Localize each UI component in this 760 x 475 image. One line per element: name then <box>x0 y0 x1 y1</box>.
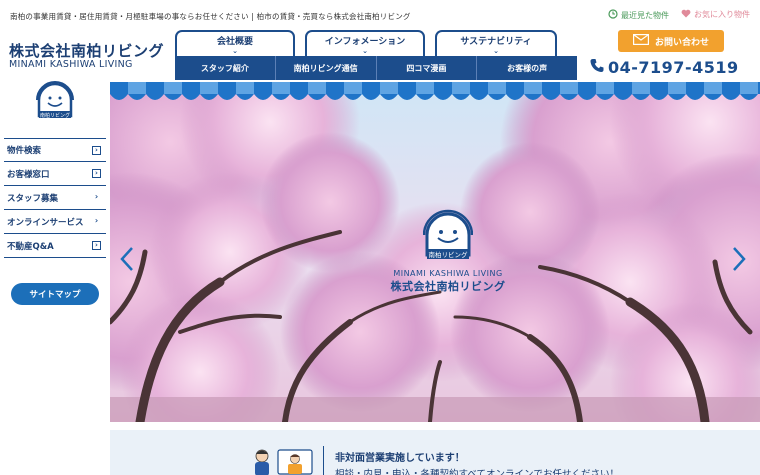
sidebar-item-label: スタッフ募集 <box>7 193 59 204</box>
favorite-properties-link[interactable]: お気に入り物件 <box>681 9 750 20</box>
phone-number[interactable]: 04-7197-4519 <box>590 58 739 77</box>
hero-logo-english: MINAMI KASHIWA LIVING <box>393 269 503 278</box>
chevron-down-icon: ⌄ <box>362 47 368 55</box>
nav-tab-label: サステナビリティ <box>460 37 532 47</box>
nav-tab-information[interactable]: インフォメーション ⌄ <box>305 30 425 56</box>
hero-logo-badge-text: 南柏リビング <box>429 250 469 259</box>
sidebar-item-recruitment[interactable]: スタッフ募集 › <box>4 186 106 210</box>
chevron-right-icon <box>733 247 746 271</box>
clock-icon <box>608 9 618 21</box>
company-logo-subtitle: MINAMI KASHIWA LIVING <box>9 59 133 70</box>
recent-properties-label: 最近見た物件 <box>621 10 669 20</box>
mail-icon <box>632 34 649 48</box>
banner-title: 非対面営業実施しています！ <box>335 453 465 464</box>
heart-icon <box>681 9 691 20</box>
chevron-right-icon: › <box>92 145 101 155</box>
sidebar-item-property-search[interactable]: 物件検索 › <box>4 138 106 162</box>
nav-link-newsletter[interactable]: 南柏リビング通信 <box>276 56 377 80</box>
chevron-right-icon: › <box>92 169 101 178</box>
company-logo-title[interactable]: 株式会社南柏リビング <box>9 40 164 61</box>
sidebar-item-faq[interactable]: 不動産Q&A › <box>4 234 106 258</box>
sitemap-button[interactable]: サイトマップ <box>11 283 99 305</box>
sub-navigation-bar: スタッフ紹介 南柏リビング通信 四コマ漫画 お客様の声 <box>175 56 577 80</box>
chevron-down-icon: ⌄ <box>493 47 499 55</box>
sidebar-logo-text: 南柏リビング <box>40 112 70 119</box>
header-tagline: 南柏の事業用賃貸・居住用賃貸・月極駐車場の事ならお任せください | 柏市の賃貸・… <box>10 12 411 21</box>
chevron-right-icon: › <box>94 192 99 201</box>
sidebar-item-label: お客様窓口 <box>7 169 50 180</box>
nav-link-comic[interactable]: 四コマ漫画 <box>377 56 478 80</box>
sidebar-menu: 物件検索 › お客様窓口 › スタッフ募集 › オンラインサービス › 不動産Q… <box>4 138 106 258</box>
slider-prev-button[interactable] <box>120 246 134 276</box>
contact-button[interactable]: お問い合わせ <box>618 30 724 52</box>
recent-properties-link[interactable]: 最近見た物件 <box>608 9 669 21</box>
sidebar-item-online-service[interactable]: オンラインサービス › <box>4 210 106 234</box>
banner-divider <box>323 446 324 475</box>
chevron-down-icon: ⌄ <box>232 47 238 55</box>
house-smile-logo-icon: 南柏リビング <box>422 209 474 259</box>
sidebar-item-label: オンラインサービス <box>7 217 84 228</box>
scalloped-awning-decoration <box>110 82 760 100</box>
online-consultation-illustration <box>255 449 313 475</box>
contact-label: お問い合わせ <box>654 37 709 48</box>
chevron-left-icon <box>120 247 133 271</box>
sidebar-logo[interactable]: 南柏リビング <box>36 78 74 122</box>
nav-link-staff[interactable]: スタッフ紹介 <box>175 56 276 80</box>
banner-text: 相談・内見・申込・各種契約すべてオンラインでお任せください！ <box>335 469 619 475</box>
phone-number-text: 04-7197-4519 <box>608 58 739 77</box>
nav-tab-company[interactable]: 会社概要 ⌄ <box>175 30 295 56</box>
favorite-properties-label: お気に入り物件 <box>694 10 750 19</box>
sidebar-item-label: 不動産Q&A <box>7 241 54 252</box>
phone-icon <box>590 58 604 77</box>
non-contact-service-banner[interactable]: 非対面営業実施しています！ 相談・内見・申込・各種契約すべてオンラインでお任せく… <box>110 430 760 475</box>
sidebar-item-customer-desk[interactable]: お客様窓口 › <box>4 162 106 186</box>
nav-tab-label: インフォメーション <box>324 37 406 47</box>
nav-link-customer-voice[interactable]: お客様の声 <box>477 56 577 80</box>
nav-tab-sustainability[interactable]: サステナビリティ ⌄ <box>435 30 557 56</box>
sidebar-item-label: 物件検索 <box>7 146 42 156</box>
chevron-right-icon: › <box>92 241 101 250</box>
nav-tab-label: 会社概要 <box>216 37 253 47</box>
hero-brand-logo: 南柏リビング MINAMI KASHIWA LIVING 株式会社南柏リビング <box>378 205 518 294</box>
hero-logo-japanese: 株式会社南柏リビング <box>390 280 506 293</box>
slider-next-button[interactable] <box>732 246 746 276</box>
chevron-right-icon: › <box>94 216 99 225</box>
